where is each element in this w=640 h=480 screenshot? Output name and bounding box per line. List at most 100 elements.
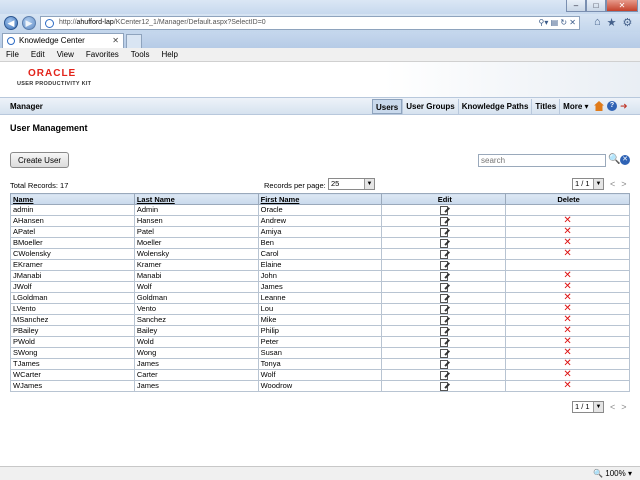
nav-knowledge-paths[interactable]: Knowledge Paths xyxy=(457,99,532,114)
last-name-cell: Wolensky xyxy=(133,248,259,260)
last-name-cell: James xyxy=(133,358,259,370)
user-name-cell: BMoeller xyxy=(10,237,135,249)
clear-search-icon[interactable]: ✕ xyxy=(620,155,630,165)
next-page-icon[interactable]: > xyxy=(621,402,626,412)
delete-icon[interactable]: ✕ xyxy=(563,226,571,237)
tools-gear-icon[interactable]: ⚙ xyxy=(623,16,633,29)
edit-icon[interactable] xyxy=(439,271,448,281)
user-name-cell: JManabi xyxy=(10,270,135,282)
prev-page-icon[interactable]: < xyxy=(610,402,615,412)
edit-icon[interactable] xyxy=(439,381,448,391)
edit-icon[interactable] xyxy=(439,315,448,325)
close-window-button[interactable]: ✕ xyxy=(606,0,638,12)
edit-icon[interactable] xyxy=(439,359,448,369)
delete-icon[interactable]: ✕ xyxy=(563,380,571,391)
edit-icon[interactable] xyxy=(439,337,448,347)
edit-icon[interactable] xyxy=(439,260,448,270)
column-header-first-name[interactable]: First Name xyxy=(257,193,383,205)
prev-page-icon[interactable]: < xyxy=(610,179,615,189)
nav-titles[interactable]: Titles xyxy=(531,99,559,114)
delete-icon[interactable]: ✕ xyxy=(563,369,571,380)
tab-knowledge-center[interactable]: Knowledge Center ✕ xyxy=(2,33,124,48)
edit-icon[interactable] xyxy=(439,249,448,259)
menu-file[interactable]: File xyxy=(6,48,19,61)
edit-icon[interactable] xyxy=(439,216,448,226)
nav-user-groups[interactable]: User Groups xyxy=(402,99,457,114)
delete-cell: ✕ xyxy=(505,215,630,227)
status-bar: 🔍 100% ▾ xyxy=(0,466,640,480)
first-name-cell: Leanne xyxy=(257,292,383,304)
delete-icon[interactable]: ✕ xyxy=(563,325,571,336)
delete-cell: ✕ xyxy=(505,358,630,370)
home-icon[interactable] xyxy=(594,101,604,111)
menu-tools[interactable]: Tools xyxy=(131,48,150,61)
logout-icon[interactable]: ➜ xyxy=(620,101,630,111)
edit-cell xyxy=(381,292,507,304)
column-header-name[interactable]: Name xyxy=(10,193,135,205)
next-page-icon[interactable]: > xyxy=(621,179,626,189)
home-icon[interactable]: ⌂ xyxy=(594,16,601,29)
minimize-button[interactable]: – xyxy=(566,0,586,12)
edit-icon[interactable] xyxy=(439,293,448,303)
page-select[interactable]: 1 / 1 ▼ xyxy=(572,178,604,190)
delete-icon[interactable]: ✕ xyxy=(563,314,571,325)
edit-icon[interactable] xyxy=(439,370,448,380)
first-name-cell: James xyxy=(257,281,383,293)
last-name-cell: Bailey xyxy=(133,325,259,337)
table-row: CWolensky Wolensky Carol ✕ xyxy=(10,248,630,260)
edit-icon[interactable] xyxy=(439,238,448,248)
edit-icon[interactable] xyxy=(439,227,448,237)
delete-icon[interactable]: ✕ xyxy=(563,248,571,259)
search-input[interactable] xyxy=(478,154,606,167)
edit-icon[interactable] xyxy=(439,348,448,358)
edit-icon[interactable] xyxy=(439,282,448,292)
delete-icon[interactable]: ✕ xyxy=(563,281,571,292)
delete-icon[interactable]: ✕ xyxy=(563,292,571,303)
browser-menubar: File Edit View Favorites Tools Help xyxy=(0,48,640,62)
last-name-cell: Wold xyxy=(133,336,259,348)
table-header-row: Name Last Name First Name Edit Delete xyxy=(10,193,630,205)
delete-icon[interactable]: ✕ xyxy=(563,215,571,226)
address-bar[interactable]: http://ahufford-lap/KCenter12_1/Manager/… xyxy=(40,16,580,30)
edit-cell xyxy=(381,358,507,370)
edit-cell xyxy=(381,204,507,216)
help-icon[interactable]: ? xyxy=(607,101,617,111)
menu-favorites[interactable]: Favorites xyxy=(86,48,119,61)
page-select[interactable]: 1 / 1 ▼ xyxy=(572,401,604,413)
menu-view[interactable]: View xyxy=(57,48,74,61)
forward-arrow-icon[interactable]: ▶ xyxy=(22,16,36,30)
compat-view-icon[interactable]: ▤ xyxy=(551,18,559,27)
app-nav: Users User Groups Knowledge Paths Titles… xyxy=(372,99,592,114)
nav-users[interactable]: Users xyxy=(372,99,403,114)
zoom-level[interactable]: 🔍 100% ▾ xyxy=(593,469,632,478)
tab-title: Knowledge Center xyxy=(19,36,85,45)
delete-icon[interactable]: ✕ xyxy=(563,303,571,314)
nav-more[interactable]: More ▾ xyxy=(559,99,591,114)
menu-edit[interactable]: Edit xyxy=(31,48,45,61)
refresh-icon[interactable]: ↻ xyxy=(560,18,567,27)
table-row: TJames James Tonya ✕ xyxy=(10,358,630,370)
last-name-cell: Hansen xyxy=(133,215,259,227)
delete-icon[interactable]: ✕ xyxy=(563,336,571,347)
column-header-last-name[interactable]: Last Name xyxy=(133,193,259,205)
stop-icon[interactable]: ✕ xyxy=(569,18,576,27)
favorites-star-icon[interactable]: ★ xyxy=(607,16,617,29)
last-name-cell: Manabi xyxy=(133,270,259,282)
create-user-button[interactable]: Create User xyxy=(10,152,69,168)
delete-icon[interactable]: ✕ xyxy=(563,237,571,248)
delete-icon[interactable]: ✕ xyxy=(563,347,571,358)
menu-help[interactable]: Help xyxy=(161,48,177,61)
edit-icon[interactable] xyxy=(439,326,448,336)
new-tab-button[interactable] xyxy=(126,34,142,48)
search-icon[interactable]: 🔍 xyxy=(608,154,620,165)
table-body: admin Admin Oracle AHansen Hansen Andrew ✕ APat… xyxy=(10,204,630,392)
back-arrow-icon[interactable]: ◀ xyxy=(4,16,18,30)
records-per-page-select[interactable]: 25 ▼ xyxy=(328,178,375,190)
maximize-button[interactable]: □ xyxy=(586,0,606,12)
edit-icon[interactable] xyxy=(439,304,448,314)
delete-icon[interactable]: ✕ xyxy=(563,358,571,369)
delete-icon[interactable]: ✕ xyxy=(563,270,571,281)
search-dropdown-icon[interactable]: ⚲▾ xyxy=(538,18,548,27)
edit-icon[interactable] xyxy=(439,205,448,215)
tab-close-icon[interactable]: ✕ xyxy=(112,34,119,48)
